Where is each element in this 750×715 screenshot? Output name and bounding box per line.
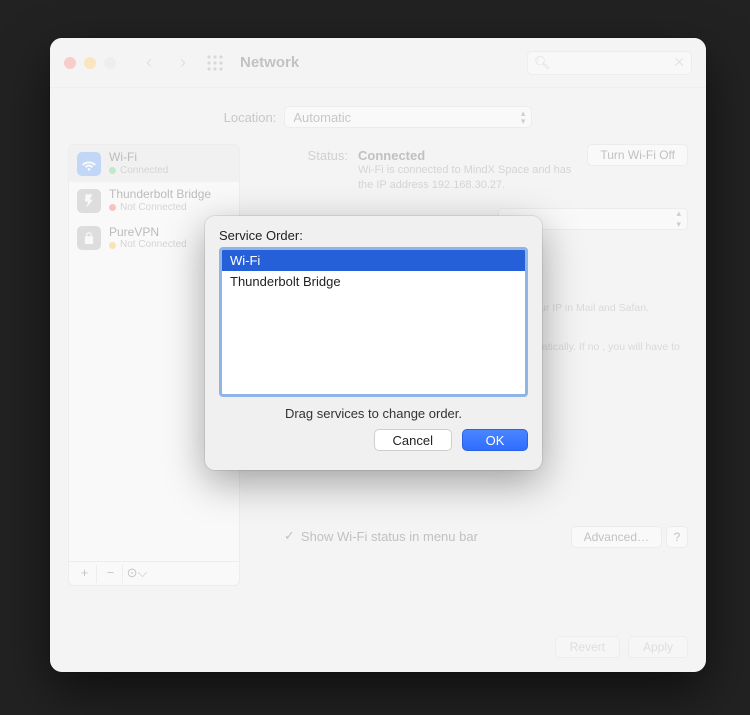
add-service-button[interactable]: + <box>73 565 97 583</box>
show-status-label: Show Wi-Fi status in menu bar <box>301 529 478 544</box>
cancel-button[interactable]: Cancel <box>374 429 452 451</box>
sidebar-item-thunderbolt[interactable]: Thunderbolt Bridge Not Connected <box>69 182 239 219</box>
sidebar-item-wifi[interactable]: Wi-Fi Connected <box>69 145 239 182</box>
location-label: Location: <box>224 110 277 125</box>
service-order-item[interactable]: Thunderbolt Bridge <box>222 271 525 292</box>
status-value: Connected <box>358 148 588 163</box>
revert-button[interactable]: Revert <box>555 636 620 658</box>
wifi-icon <box>77 152 101 176</box>
turn-wifi-off-button[interactable]: Turn Wi-Fi Off <box>587 144 688 166</box>
search-field[interactable]: 🔍︎ ✕ <box>527 51 692 75</box>
sheet-buttons: Cancel OK <box>219 429 528 451</box>
sheet-hint: Drag services to change order. <box>219 406 528 421</box>
close-window-traffic-light[interactable] <box>64 57 76 69</box>
window-controls <box>64 57 116 69</box>
sidebar-item-status: Not Connected <box>109 239 187 251</box>
chevron-updown-icon: ▴▾ <box>521 109 526 125</box>
forward-button[interactable]: › <box>172 52 194 73</box>
thunderbolt-icon <box>77 189 101 213</box>
sidebar-item-status: Not Connected <box>109 202 211 214</box>
sidebar-item-label: Thunderbolt Bridge <box>109 188 211 202</box>
zoom-window-traffic-light[interactable] <box>104 57 116 69</box>
show-all-icon[interactable] <box>206 54 224 72</box>
service-order-item[interactable]: Wi-Fi <box>222 250 525 271</box>
location-dropdown[interactable]: Automatic ▴▾ <box>284 106 532 128</box>
titlebar: ‹ › Network 🔍︎ ✕ <box>50 38 706 88</box>
sheet-label: Service Order: <box>219 228 528 243</box>
advanced-button[interactable]: Advanced… <box>571 526 662 548</box>
checkmark-icon: ✓ <box>284 528 295 544</box>
apply-button[interactable]: Apply <box>628 636 688 658</box>
location-value: Automatic <box>293 110 351 125</box>
status-dot-icon <box>109 167 116 174</box>
sidebar-item-status: Connected <box>109 165 168 177</box>
show-status-checkbox[interactable]: ✓ Show Wi-Fi status in menu bar <box>284 528 478 544</box>
service-order-sheet: Service Order: Wi-Fi Thunderbolt Bridge … <box>205 216 542 470</box>
status-dot-icon <box>109 204 116 211</box>
minimize-window-traffic-light[interactable] <box>84 57 96 69</box>
sidebar-footer: + − ⊙⌵ <box>69 561 239 585</box>
ok-button[interactable]: OK <box>462 429 528 451</box>
back-button[interactable]: ‹ <box>138 52 160 73</box>
service-order-list[interactable]: Wi-Fi Thunderbolt Bridge <box>219 247 528 397</box>
status-label: Status: <box>248 148 348 163</box>
status-dot-icon <box>109 242 116 249</box>
remove-service-button[interactable]: − <box>99 565 123 583</box>
location-row: Location: Automatic ▴▾ <box>50 106 706 128</box>
vpn-lock-icon <box>77 226 101 250</box>
panel-title: Network <box>240 54 299 71</box>
help-button[interactable]: ? <box>666 526 688 548</box>
sidebar-item-label: Wi-Fi <box>109 151 168 165</box>
service-actions-dropdown[interactable]: ⊙⌵ <box>125 565 149 583</box>
window-footer-buttons: Revert Apply <box>555 636 688 658</box>
clear-search-icon[interactable]: ✕ <box>673 54 685 71</box>
sidebar-item-label: PureVPN <box>109 226 187 240</box>
search-icon: 🔍︎ <box>534 55 551 71</box>
chevron-updown-icon: ▴▾ <box>676 208 681 230</box>
status-description: Wi-Fi is connected to MindX Space and ha… <box>358 163 588 193</box>
